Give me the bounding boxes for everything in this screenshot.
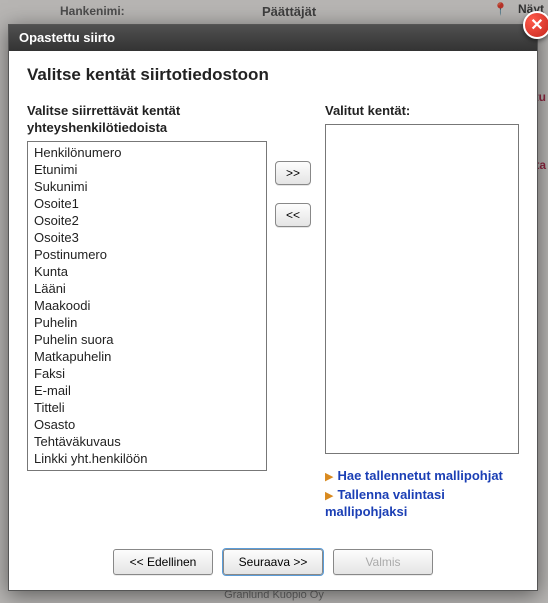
load-templates-link[interactable]: Hae tallennetut mallipohjat — [337, 468, 502, 483]
list-item[interactable]: Tehtäväkuvaus — [28, 433, 266, 450]
add-button[interactable]: >> — [275, 161, 311, 185]
selected-column: Valitut kentät: ▶ Hae tallennetut mallipo… — [319, 103, 519, 523]
dialog-titlebar: Opastettu siirto — [9, 25, 537, 51]
wizard-dialog: ✕ Opastettu siirto Valitse kentät siirto… — [8, 24, 538, 591]
selected-label: Valitut kentät: — [325, 103, 519, 120]
finish-button[interactable]: Valmis — [333, 549, 433, 575]
next-button[interactable]: Seuraava >> — [223, 549, 323, 575]
available-column: Valitse siirrettävät kentät yhteyshenkil… — [27, 103, 267, 471]
previous-button[interactable]: << Edellinen — [113, 549, 213, 575]
list-item[interactable]: Puhelin — [28, 314, 266, 331]
list-item[interactable]: Titteli — [28, 399, 266, 416]
dialog-title: Opastettu siirto — [19, 30, 115, 45]
list-item[interactable]: E-mail — [28, 382, 266, 399]
list-item[interactable]: Osoite1 — [28, 195, 266, 212]
list-item[interactable]: Henkilönumero — [28, 144, 266, 161]
list-item[interactable]: Sukunimi — [28, 178, 266, 195]
selected-listbox[interactable] — [325, 124, 519, 454]
list-item[interactable]: Kunta — [28, 263, 266, 280]
list-item[interactable]: Osoite3 — [28, 229, 266, 246]
list-item[interactable]: Maakoodi — [28, 297, 266, 314]
field-selector: Valitse siirrettävät kentät yhteyshenkil… — [27, 103, 519, 523]
close-icon: ✕ — [530, 15, 543, 35]
list-item[interactable]: Osoite2 — [28, 212, 266, 229]
bullet-icon: ▶ — [325, 490, 333, 502]
available-label: Valitse siirrettävät kentät yhteyshenkil… — [27, 103, 267, 137]
template-links: ▶Hae tallennetut mallipohjat ▶Tallenna v… — [325, 468, 519, 521]
list-item[interactable]: Faksi — [28, 365, 266, 382]
list-item[interactable]: Osasto — [28, 416, 266, 433]
list-item[interactable]: Lääni — [28, 280, 266, 297]
bullet-icon: ▶ — [325, 471, 333, 483]
list-item[interactable]: Etunimi — [28, 161, 266, 178]
wizard-footer: << Edellinen Seuraava >> Valmis — [27, 549, 519, 575]
list-item[interactable]: Postinumero — [28, 246, 266, 263]
transfer-buttons: >> << — [267, 103, 319, 245]
load-template-row: ▶ Hae tallennetut mallipohjat — [325, 468, 519, 485]
remove-button[interactable]: << — [275, 203, 311, 227]
save-template-row: ▶Tallenna valintasi mallipohjaksi — [325, 487, 519, 521]
save-template-link[interactable]: Tallenna valintasi mallipohjaksi — [325, 487, 445, 519]
list-item[interactable]: Matkapuhelin — [28, 348, 266, 365]
list-item[interactable]: Puhelin suora — [28, 331, 266, 348]
list-item[interactable]: Linkki yht.henkilöön — [28, 450, 266, 467]
available-listbox[interactable]: HenkilönumeroEtunimiSukunimiOsoite1Osoit… — [27, 141, 267, 471]
close-button[interactable]: ✕ — [523, 11, 548, 39]
page-heading: Valitse kentät siirtotiedostoon — [27, 65, 519, 85]
dialog-content: Valitse kentät siirtotiedostoon Valitse … — [9, 51, 537, 585]
